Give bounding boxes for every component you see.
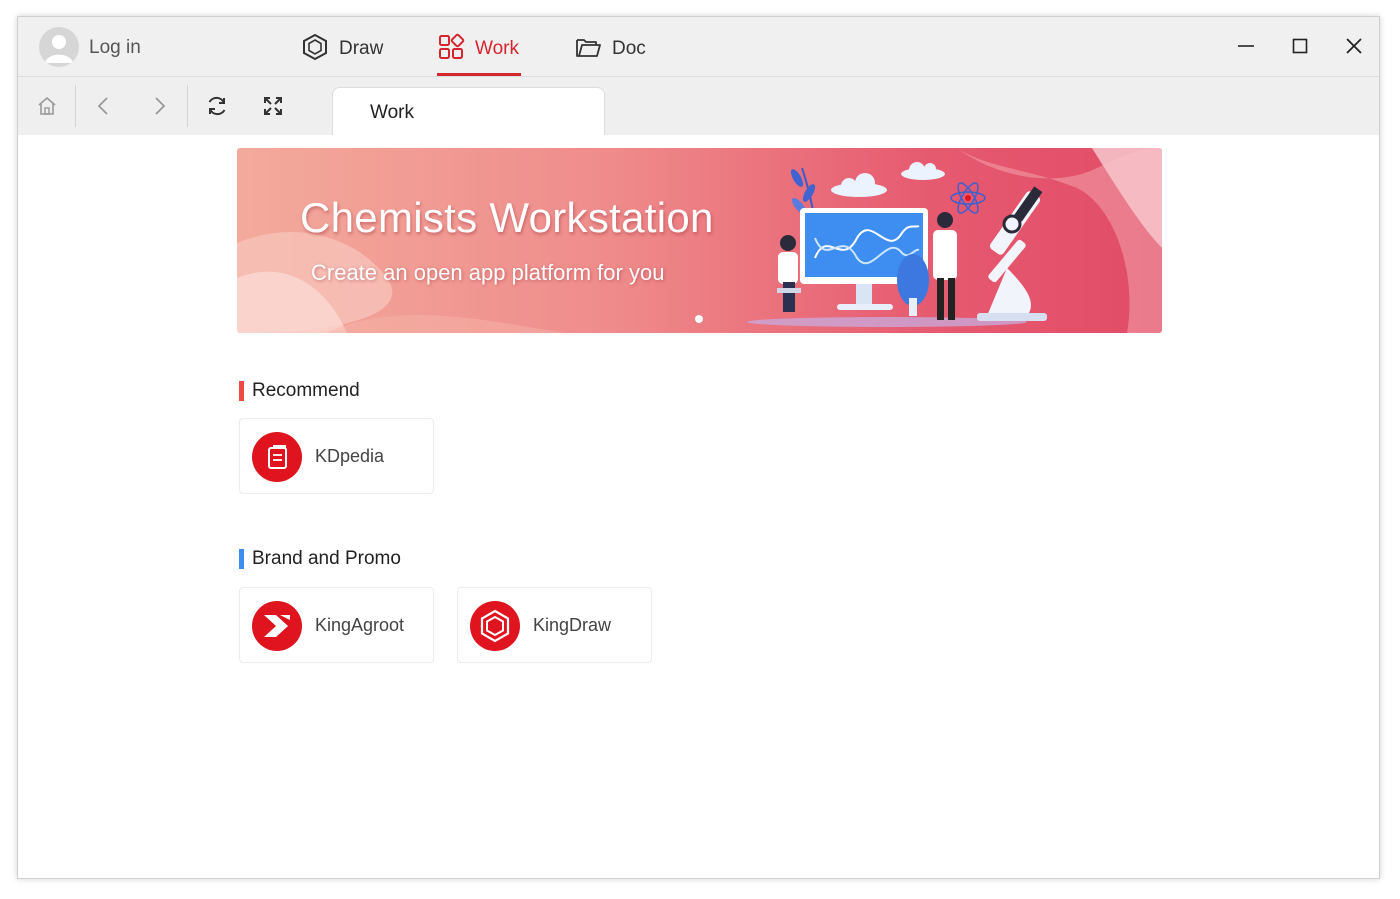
app-window: Log in Draw Work Doc Work Chemists Works…	[17, 16, 1380, 879]
close-button[interactable]	[1339, 31, 1369, 61]
forward-button[interactable]	[146, 93, 172, 119]
maximize-button[interactable]	[1285, 31, 1315, 61]
kingagroot-logo	[252, 601, 302, 651]
page-tab-label: Work	[370, 102, 414, 123]
section-title-brand-promo: Brand and Promo	[239, 548, 401, 570]
minimize-button[interactable]	[1231, 31, 1261, 61]
close-icon	[1346, 38, 1362, 54]
folder-icon	[576, 39, 601, 57]
app-card-kdpedia[interactable]: KDpedia	[239, 418, 434, 494]
tab-doc-label: Doc	[612, 38, 646, 59]
app-name: KingDraw	[533, 615, 612, 635]
avatar[interactable]	[39, 27, 79, 67]
app-card-kingdraw[interactable]: KingDraw	[457, 587, 652, 663]
kdpedia-logo	[252, 432, 302, 482]
minimize-icon	[1238, 45, 1254, 47]
app-name: KDpedia	[315, 446, 385, 466]
hexagon-icon	[303, 33, 327, 61]
back-icon	[97, 97, 108, 115]
login-link[interactable]: Log in	[89, 37, 141, 59]
section-accent-bar	[239, 549, 244, 569]
chevron-logo-icon	[264, 615, 290, 637]
forward-icon	[155, 97, 166, 115]
app-card-kingagroot[interactable]: KingAgroot	[239, 587, 434, 663]
section-title-text: Brand and Promo	[252, 548, 401, 569]
active-tab-indicator	[437, 73, 521, 76]
kingdraw-logo	[470, 601, 520, 651]
title-bar: Log in Draw Work Doc	[18, 17, 1379, 77]
book-icon	[268, 445, 287, 469]
main-content: Chemists Workstation Create an open app …	[18, 135, 1379, 878]
tab-draw[interactable]: Draw	[301, 33, 383, 76]
hexagon-logo-icon	[480, 609, 510, 643]
tab-draw-label: Draw	[339, 38, 384, 59]
back-button[interactable]	[91, 93, 117, 119]
tab-work-label: Work	[475, 38, 519, 59]
toolbar-separator	[187, 85, 188, 127]
refresh-button[interactable]	[204, 93, 230, 119]
tab-work[interactable]: Work	[437, 33, 521, 76]
home-icon	[38, 97, 56, 115]
toolbar-separator	[75, 85, 76, 127]
section-title-text: Recommend	[252, 380, 360, 401]
grid-apps-icon	[439, 33, 465, 59]
app-name: KingAgroot	[315, 615, 405, 635]
section-accent-bar	[239, 381, 244, 401]
refresh-icon	[208, 96, 226, 116]
banner-title: Chemists Workstation	[300, 194, 714, 241]
tab-doc[interactable]: Doc	[574, 33, 646, 76]
page-tab-work[interactable]: Work	[332, 87, 605, 136]
maximize-icon	[1292, 38, 1308, 54]
fullscreen-button[interactable]	[260, 93, 286, 119]
carousel-dot[interactable]	[695, 315, 703, 323]
fullscreen-icon	[264, 97, 282, 115]
section-title-recommend: Recommend	[239, 380, 360, 402]
user-icon	[45, 35, 73, 63]
promo-banner[interactable]: Chemists Workstation Create an open app …	[237, 148, 1162, 333]
home-button[interactable]	[34, 93, 60, 119]
banner-subtitle: Create an open app platform for you	[311, 260, 665, 285]
toolbar: Work	[18, 77, 1379, 136]
